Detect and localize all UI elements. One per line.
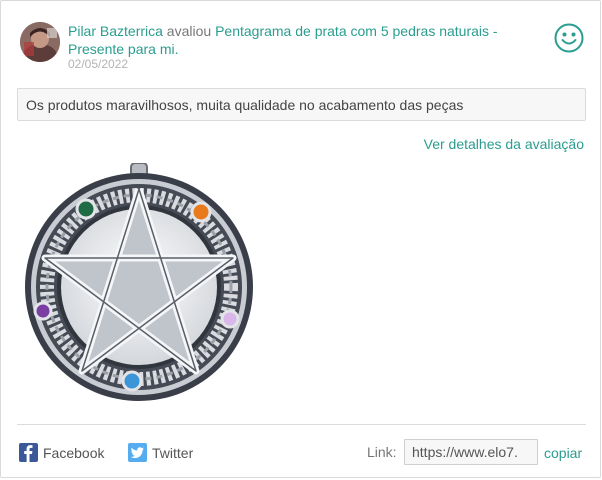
divider xyxy=(17,424,586,425)
reviewer-name-link[interactable]: Pilar Bazterrica xyxy=(68,23,163,39)
review-comment: Os produtos maravilhosos, muita qualidad… xyxy=(17,88,586,121)
twitter-share-button[interactable]: Twitter xyxy=(128,443,193,462)
review-action-text: avaliou xyxy=(162,23,216,39)
avatar[interactable] xyxy=(20,22,60,62)
facebook-share-button[interactable]: Facebook xyxy=(19,443,104,462)
facebook-label: Facebook xyxy=(43,444,105,461)
review-date: 02/05/2022 xyxy=(68,57,129,71)
twitter-label: Twitter xyxy=(152,444,194,461)
review-header: Pilar Bazterrica avaliou Pentagrama de p… xyxy=(68,22,538,58)
smiley-face-icon xyxy=(554,23,584,53)
facebook-icon xyxy=(19,443,38,462)
share-link-input[interactable] xyxy=(404,439,538,465)
twitter-icon xyxy=(128,443,147,462)
copy-link-button[interactable]: copiar xyxy=(544,445,582,461)
review-card: Pilar Bazterrica avaliou Pentagrama de p… xyxy=(0,0,601,478)
link-label: Link: xyxy=(367,444,397,460)
product-image[interactable] xyxy=(19,162,259,408)
review-details-link[interactable]: Ver detalhes da avaliação xyxy=(424,136,584,152)
